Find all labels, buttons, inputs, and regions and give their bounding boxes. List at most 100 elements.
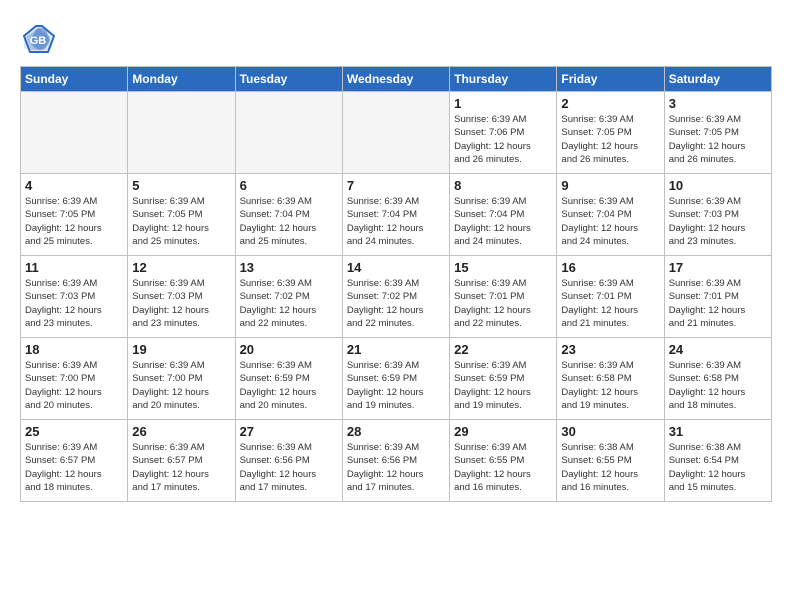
day-number: 8 [454,178,552,193]
day-info: Sunrise: 6:39 AM Sunset: 6:56 PM Dayligh… [240,441,338,494]
day-info: Sunrise: 6:39 AM Sunset: 7:02 PM Dayligh… [240,277,338,330]
day-number: 10 [669,178,767,193]
calendar-day-cell: 25 Sunrise: 6:39 AM Sunset: 6:57 PM Dayli… [21,420,128,502]
day-number: 30 [561,424,659,439]
day-info: Sunrise: 6:39 AM Sunset: 6:56 PM Dayligh… [347,441,445,494]
calendar-day-cell: 29 Sunrise: 6:39 AM Sunset: 6:55 PM Dayli… [450,420,557,502]
calendar-day-cell [128,92,235,174]
calendar-col-header: Saturday [664,67,771,92]
generalblue-logo-icon: GB [20,20,56,56]
day-number: 31 [669,424,767,439]
calendar-day-cell: 20 Sunrise: 6:39 AM Sunset: 6:59 PM Dayli… [235,338,342,420]
day-info: Sunrise: 6:39 AM Sunset: 7:02 PM Dayligh… [347,277,445,330]
calendar-table: SundayMondayTuesdayWednesdayThursdayFrid… [20,66,772,502]
calendar-col-header: Friday [557,67,664,92]
page: GB SundayMondayTuesdayWednesdayThursdayF… [0,0,792,512]
calendar-col-header: Tuesday [235,67,342,92]
day-info: Sunrise: 6:39 AM Sunset: 6:55 PM Dayligh… [454,441,552,494]
calendar-day-cell: 21 Sunrise: 6:39 AM Sunset: 6:59 PM Dayli… [342,338,449,420]
svg-text:GB: GB [30,35,47,47]
day-number: 12 [132,260,230,275]
day-number: 17 [669,260,767,275]
calendar-day-cell: 23 Sunrise: 6:39 AM Sunset: 6:58 PM Dayli… [557,338,664,420]
day-info: Sunrise: 6:39 AM Sunset: 7:06 PM Dayligh… [454,113,552,166]
day-info: Sunrise: 6:39 AM Sunset: 6:57 PM Dayligh… [25,441,123,494]
day-number: 15 [454,260,552,275]
day-number: 25 [25,424,123,439]
calendar-day-cell: 19Sunrise: 6:39 AM Sunset: 7:00 PM Dayli… [128,338,235,420]
day-number: 11 [25,260,123,275]
day-number: 21 [347,342,445,357]
day-number: 22 [454,342,552,357]
day-info: Sunrise: 6:39 AM Sunset: 6:59 PM Dayligh… [240,359,338,412]
calendar-day-cell: 7Sunrise: 6:39 AM Sunset: 7:04 PM Daylig… [342,174,449,256]
day-number: 14 [347,260,445,275]
calendar-day-cell: 27 Sunrise: 6:39 AM Sunset: 6:56 PM Dayli… [235,420,342,502]
day-info: Sunrise: 6:39 AM Sunset: 7:03 PM Dayligh… [25,277,123,330]
day-info: Sunrise: 6:39 AM Sunset: 6:59 PM Dayligh… [454,359,552,412]
day-number: 23 [561,342,659,357]
calendar-day-cell: 6 Sunrise: 6:39 AM Sunset: 7:04 PM Daylig… [235,174,342,256]
calendar-day-cell: 4 Sunrise: 6:39 AM Sunset: 7:05 PM Daylig… [21,174,128,256]
day-info: Sunrise: 6:39 AM Sunset: 7:01 PM Dayligh… [454,277,552,330]
calendar-day-cell: 12 Sunrise: 6:39 AM Sunset: 7:03 PM Dayli… [128,256,235,338]
calendar-col-header: Wednesday [342,67,449,92]
calendar-day-cell: 13 Sunrise: 6:39 AM Sunset: 7:02 PM Dayli… [235,256,342,338]
calendar-day-cell: 18 Sunrise: 6:39 AM Sunset: 7:00 PM Dayli… [21,338,128,420]
calendar-day-cell: 5Sunrise: 6:39 AM Sunset: 7:05 PM Daylig… [128,174,235,256]
day-info: Sunrise: 6:39 AM Sunset: 7:01 PM Dayligh… [561,277,659,330]
day-info: Sunrise: 6:39 AM Sunset: 6:58 PM Dayligh… [561,359,659,412]
day-number: 13 [240,260,338,275]
day-info: Sunrise: 6:39 AM Sunset: 7:01 PM Dayligh… [669,277,767,330]
day-number: 29 [454,424,552,439]
day-number: 24 [669,342,767,357]
day-info: Sunrise: 6:39 AM Sunset: 7:05 PM Dayligh… [669,113,767,166]
calendar-col-header: Monday [128,67,235,92]
day-info: Sunrise: 6:39 AM Sunset: 6:58 PM Dayligh… [669,359,767,412]
calendar-day-cell: 26 Sunrise: 6:39 AM Sunset: 6:57 PM Dayli… [128,420,235,502]
day-info: Sunrise: 6:39 AM Sunset: 7:03 PM Dayligh… [132,277,230,330]
day-number: 26 [132,424,230,439]
day-info: Sunrise: 6:39 AM Sunset: 7:04 PM Dayligh… [454,195,552,248]
calendar-day-cell: 24 Sunrise: 6:39 AM Sunset: 6:58 PM Dayli… [664,338,771,420]
day-info: Sunrise: 6:38 AM Sunset: 6:54 PM Dayligh… [669,441,767,494]
calendar-week-row: 18 Sunrise: 6:39 AM Sunset: 7:00 PM Dayli… [21,338,772,420]
day-info: Sunrise: 6:39 AM Sunset: 7:05 PM Dayligh… [561,113,659,166]
calendar-col-header: Sunday [21,67,128,92]
day-number: 18 [25,342,123,357]
day-number: 1 [454,96,552,111]
day-number: 27 [240,424,338,439]
day-info: Sunrise: 6:39 AM Sunset: 6:57 PM Dayligh… [132,441,230,494]
calendar-header-row: SundayMondayTuesdayWednesdayThursdayFrid… [21,67,772,92]
day-info: Sunrise: 6:39 AM Sunset: 7:04 PM Dayligh… [240,195,338,248]
day-number: 6 [240,178,338,193]
calendar-col-header: Thursday [450,67,557,92]
day-info: Sunrise: 6:39 AM Sunset: 7:04 PM Dayligh… [561,195,659,248]
day-number: 16 [561,260,659,275]
calendar-day-cell: 8 Sunrise: 6:39 AM Sunset: 7:04 PM Daylig… [450,174,557,256]
day-number: 9 [561,178,659,193]
day-number: 7 [347,178,445,193]
day-info: Sunrise: 6:38 AM Sunset: 6:55 PM Dayligh… [561,441,659,494]
day-info: Sunrise: 6:39 AM Sunset: 7:00 PM Dayligh… [25,359,123,412]
day-info: Sunrise: 6:39 AM Sunset: 7:03 PM Dayligh… [669,195,767,248]
calendar-day-cell: 17 Sunrise: 6:39 AM Sunset: 7:01 PM Dayli… [664,256,771,338]
day-number: 4 [25,178,123,193]
day-info: Sunrise: 6:39 AM Sunset: 7:05 PM Dayligh… [25,195,123,248]
logo: GB [20,20,60,56]
day-number: 19 [132,342,230,357]
calendar-day-cell [21,92,128,174]
calendar-day-cell: 28 Sunrise: 6:39 AM Sunset: 6:56 PM Dayli… [342,420,449,502]
day-info: Sunrise: 6:39 AM Sunset: 6:59 PM Dayligh… [347,359,445,412]
day-number: 3 [669,96,767,111]
calendar-day-cell: 9 Sunrise: 6:39 AM Sunset: 7:04 PM Daylig… [557,174,664,256]
day-number: 20 [240,342,338,357]
calendar-day-cell: 31 Sunrise: 6:38 AM Sunset: 6:54 PM Dayli… [664,420,771,502]
calendar-day-cell: 10 Sunrise: 6:39 AM Sunset: 7:03 PM Dayli… [664,174,771,256]
calendar-day-cell [342,92,449,174]
calendar-day-cell: 11 Sunrise: 6:39 AM Sunset: 7:03 PM Dayli… [21,256,128,338]
day-info: Sunrise: 6:39 AM Sunset: 7:05 PM Dayligh… [132,195,230,248]
calendar-day-cell: 15 Sunrise: 6:39 AM Sunset: 7:01 PM Dayli… [450,256,557,338]
day-number: 28 [347,424,445,439]
day-number: 2 [561,96,659,111]
